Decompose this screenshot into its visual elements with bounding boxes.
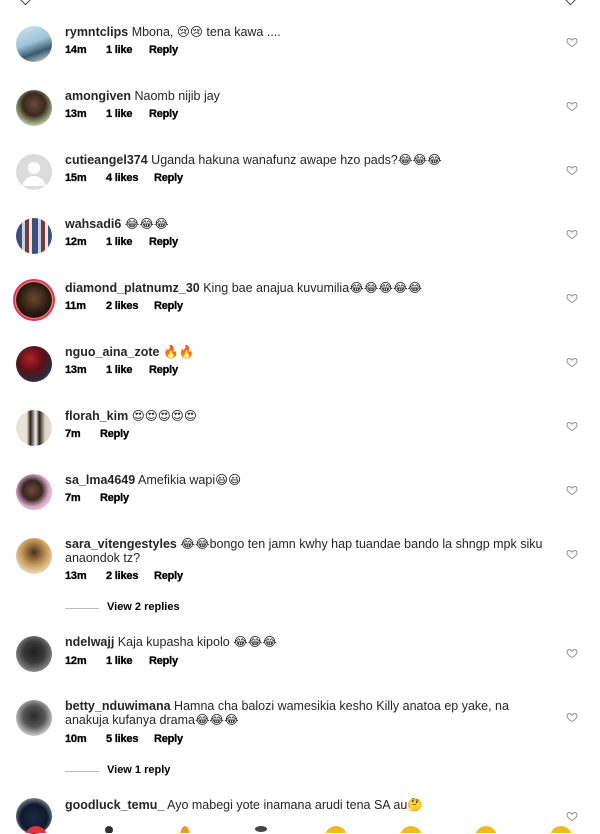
- chevron-down-icon: [17, 0, 34, 6]
- heart-outline-icon[interactable]: [566, 36, 578, 48]
- comment-likes[interactable]: 4 likes: [106, 172, 139, 184]
- comment-likes[interactable]: 1 like: [106, 364, 133, 376]
- avatar[interactable]: [16, 218, 52, 254]
- comment-likes[interactable]: 2 likes: [106, 300, 139, 312]
- heart-outline-icon[interactable]: [566, 484, 578, 496]
- comment-username[interactable]: betty_nduwimana: [65, 699, 171, 713]
- comment-username[interactable]: nguo_aina_zote: [65, 345, 159, 359]
- comment-likes[interactable]: 2 likes: [106, 570, 139, 582]
- avatar[interactable]: [16, 26, 52, 62]
- comment-time: 7m: [65, 492, 81, 504]
- comment-time: 15m: [65, 172, 87, 184]
- reply-button[interactable]: Reply: [149, 236, 178, 248]
- chevron-down-icon: [562, 0, 579, 6]
- heart-outline-icon[interactable]: [566, 647, 578, 659]
- reply-button[interactable]: Reply: [100, 428, 129, 440]
- comment-username[interactable]: amongiven: [65, 89, 131, 103]
- comment-time: 12m: [65, 655, 87, 667]
- heart-outline-icon[interactable]: [566, 292, 578, 304]
- avatar-story-ring[interactable]: [13, 279, 55, 321]
- emoji-fire-icon[interactable]: [180, 826, 190, 833]
- replies-divider: [65, 608, 99, 609]
- avatar[interactable]: [16, 538, 52, 574]
- comment-username[interactable]: florah_kim: [65, 409, 128, 423]
- emoji-heart-icon[interactable]: [25, 826, 47, 833]
- heart-outline-icon[interactable]: [566, 356, 578, 368]
- heart-outline-icon[interactable]: [566, 228, 578, 240]
- comment-text: Mbona, 😢😢 tena kawa ....: [128, 25, 281, 39]
- comment-time: 13m: [65, 108, 87, 120]
- comment-time: 14m: [65, 44, 87, 56]
- reply-button[interactable]: Reply: [100, 492, 129, 504]
- comment-likes[interactable]: 1 like: [106, 44, 133, 56]
- comment-likes[interactable]: 1 like: [106, 236, 133, 248]
- avatar[interactable]: [16, 636, 52, 672]
- view-replies-label: View 2 replies: [107, 601, 180, 613]
- comment-time: 7m: [65, 428, 81, 440]
- comment-text: 🔥🔥: [159, 345, 195, 359]
- comment-username[interactable]: rymntclips: [65, 25, 128, 39]
- comment-time: 11m: [65, 300, 86, 312]
- reply-button[interactable]: Reply: [154, 733, 183, 745]
- comment-username[interactable]: sa_lma4649: [65, 473, 135, 487]
- comment-time: 10m: [65, 733, 87, 745]
- heart-outline-icon[interactable]: [566, 100, 578, 112]
- comment-text: Uganda hakuna wanafunz awape hzo pads?😂😂…: [147, 153, 442, 167]
- avatar[interactable]: [16, 346, 52, 382]
- emoji-face-icon[interactable]: [550, 826, 572, 833]
- reply-button[interactable]: Reply: [154, 172, 183, 184]
- avatar[interactable]: [16, 700, 52, 736]
- heart-outline-icon[interactable]: [566, 164, 578, 176]
- heart-outline-icon[interactable]: [566, 420, 578, 432]
- emoji-face-icon[interactable]: [475, 826, 497, 833]
- comment-username[interactable]: sara_vitengestyles: [65, 537, 177, 551]
- reply-button[interactable]: Reply: [149, 44, 178, 56]
- avatar[interactable]: [16, 154, 52, 190]
- emoji-reaction-bar: [0, 826, 600, 833]
- default-avatar-icon: [22, 162, 46, 186]
- comment-time: 12m: [65, 236, 87, 248]
- comment-text: Amefikia wapi😃😃: [135, 473, 242, 487]
- comment-text: 😍😍😍😍😍: [128, 409, 197, 423]
- heart-outline-icon[interactable]: [566, 548, 578, 560]
- reply-button[interactable]: Reply: [149, 655, 178, 667]
- comment-time: 13m: [65, 364, 87, 376]
- heart-outline-icon[interactable]: [566, 810, 578, 822]
- comment-username[interactable]: ndelwajj: [65, 635, 114, 649]
- comment-text: Naomb nijib jay: [131, 89, 220, 103]
- avatar[interactable]: [16, 90, 52, 126]
- comment-time: 13m: [65, 570, 87, 582]
- reply-button[interactable]: Reply: [149, 108, 178, 120]
- comment-likes[interactable]: 1 like: [106, 655, 133, 667]
- avatar[interactable]: [16, 410, 52, 446]
- avatar[interactable]: [16, 474, 52, 510]
- reply-button[interactable]: Reply: [154, 300, 183, 312]
- comment-username[interactable]: cutieangel374: [65, 153, 148, 167]
- comment-text: King bae anajua kuvumilia😂😂😂😂😂: [199, 281, 423, 295]
- comment-text: Kaja kupasha kipolo 😂😂😂: [114, 635, 277, 649]
- comment-username[interactable]: wahsadi6: [65, 217, 121, 231]
- comment-likes[interactable]: 1 like: [106, 108, 133, 120]
- heart-outline-icon[interactable]: [566, 711, 578, 723]
- emoji-face-icon[interactable]: [400, 826, 422, 833]
- comment-username[interactable]: diamond_platnumz_30: [65, 281, 200, 295]
- emoji-icon[interactable]: [105, 826, 113, 833]
- reply-button[interactable]: Reply: [149, 364, 178, 376]
- comment-username[interactable]: goodluck_temu_: [65, 798, 164, 812]
- comment-likes[interactable]: 5 likes: [106, 733, 139, 745]
- comment-text: 😂😂😂: [121, 217, 169, 231]
- avatar: [16, 282, 52, 318]
- reply-button[interactable]: Reply: [154, 570, 183, 582]
- emoji-icon[interactable]: [255, 826, 267, 832]
- emoji-face-icon[interactable]: [325, 826, 347, 833]
- comment-text: Ayo mabegi yote inamana arudi tena SA au…: [164, 798, 423, 812]
- view-replies-label: View 1 reply: [107, 764, 171, 776]
- replies-divider: [65, 771, 99, 772]
